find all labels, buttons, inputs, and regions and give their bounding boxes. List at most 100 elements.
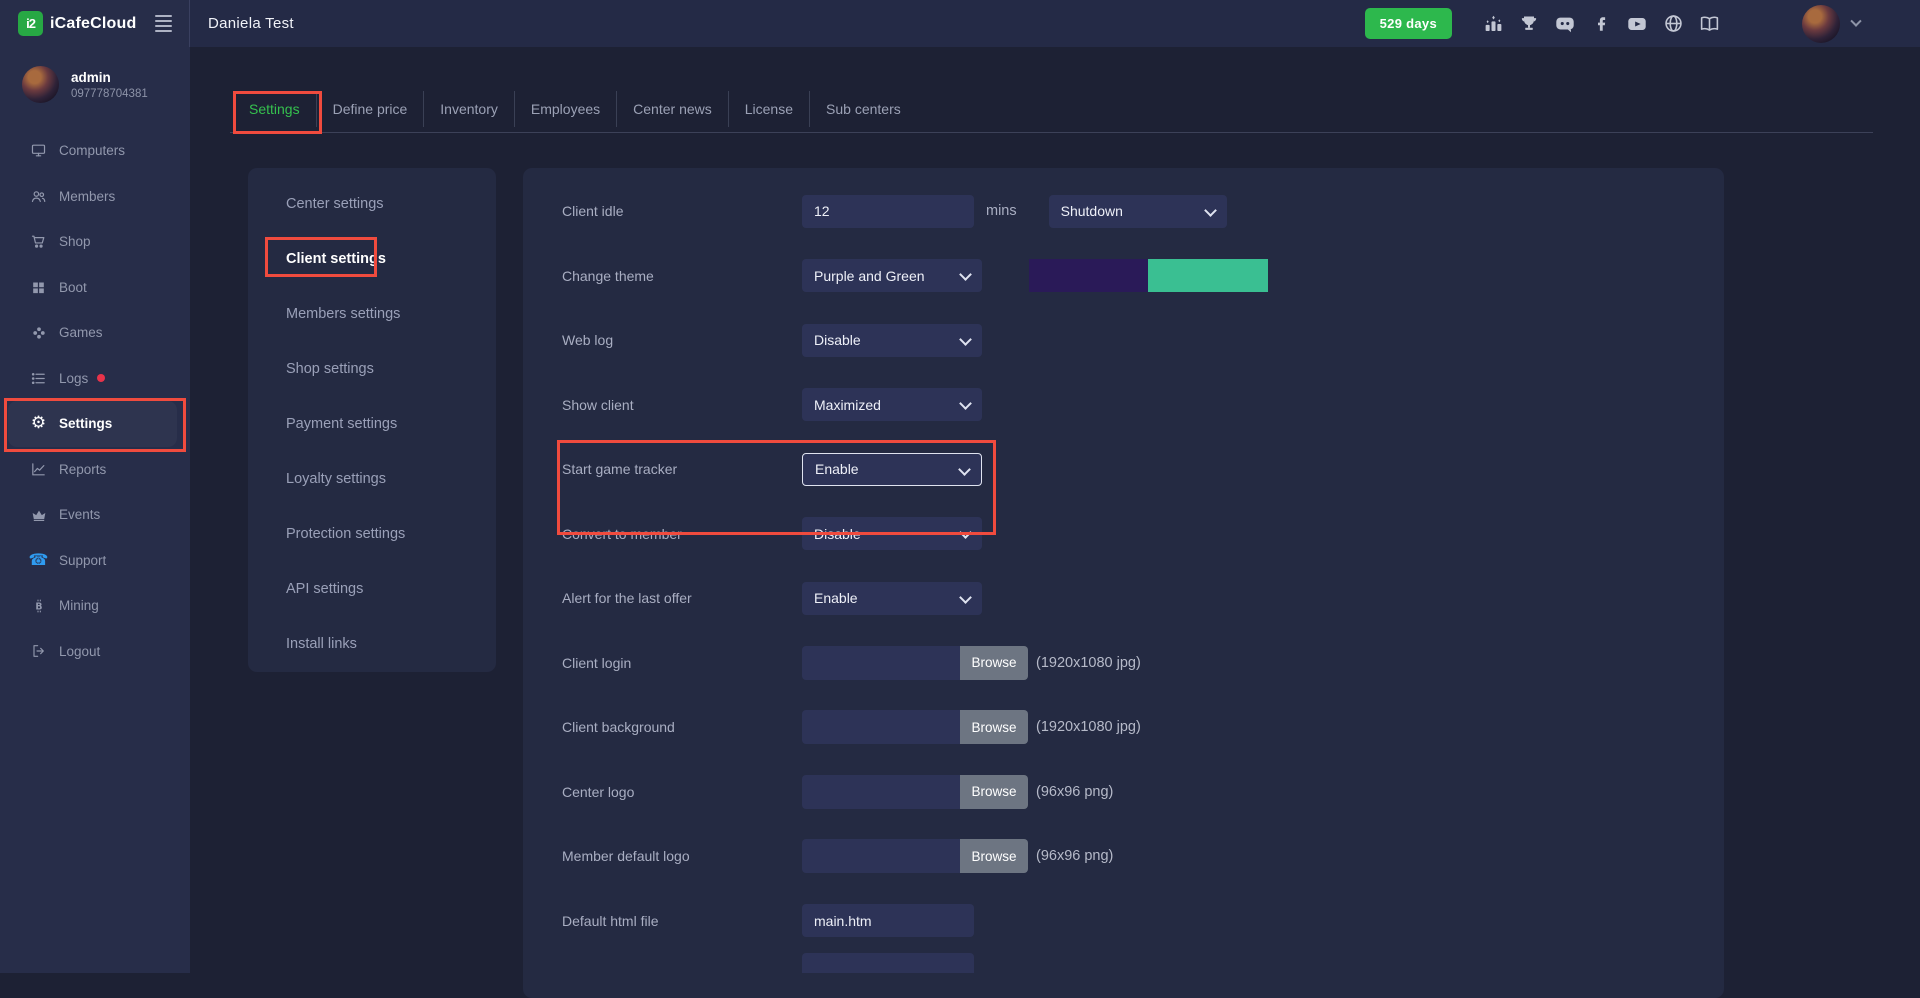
tab-sub-centers[interactable]: Sub centers <box>810 91 917 127</box>
submenu-shop-settings[interactable]: Shop settings <box>248 341 496 396</box>
browse-button[interactable]: Browse <box>960 775 1028 809</box>
submenu-client-settings[interactable]: Client settings <box>248 231 496 286</box>
form-row-change-theme: Change theme Purple and Green <box>562 244 1724 309</box>
field-label: Client login <box>562 655 802 671</box>
client-login-file-input[interactable]: Browse <box>802 646 1028 680</box>
sidebar-item-boot[interactable]: Boot <box>0 265 190 311</box>
brand-logo-icon: i2 <box>18 11 43 36</box>
sidebar-item-settings[interactable]: ⚙ Settings <box>8 401 177 447</box>
form-row-member-default-logo: Member default logo Browse (96x96 png) <box>562 824 1724 889</box>
alert-last-offer-select[interactable]: Enable <box>802 582 982 615</box>
submenu-install-links[interactable]: Install links <box>248 616 496 671</box>
sidebar-item-support[interactable]: ☎ Support <box>0 538 190 584</box>
submenu-api-settings[interactable]: API settings <box>248 561 496 616</box>
file-size-note: (96x96 png) <box>1036 784 1113 800</box>
trophy-icon[interactable] <box>1518 13 1540 35</box>
gamepad-icon <box>30 324 47 341</box>
submenu-payment-settings[interactable]: Payment settings <box>248 396 496 451</box>
file-size-note: (1920x1080 jpg) <box>1036 655 1141 671</box>
sidebar-item-label: Logs <box>59 371 88 386</box>
client-background-file-input[interactable]: Browse <box>802 710 1028 744</box>
form-row-alert-last-offer: Alert for the last offer Enable <box>562 566 1724 631</box>
start-game-tracker-select[interactable]: Enable <box>802 453 982 486</box>
default-html-file-input[interactable]: main.htm <box>802 904 974 937</box>
windows-icon <box>30 279 47 296</box>
sidebar-user[interactable]: admin 097778704381 <box>0 47 190 103</box>
sidebar-item-logs[interactable]: Logs <box>0 356 190 402</box>
client-idle-action-select[interactable]: Shutdown <box>1049 195 1227 228</box>
brand-logo[interactable]: i2 iCafeCloud <box>18 11 136 36</box>
tab-employees[interactable]: Employees <box>515 91 617 127</box>
logout-icon <box>30 643 47 660</box>
license-days-badge[interactable]: 529 days <box>1365 8 1452 39</box>
globe-icon[interactable] <box>1662 13 1684 35</box>
youtube-icon[interactable] <box>1626 13 1648 35</box>
center-logo-file-input[interactable]: Browse <box>802 775 1028 809</box>
submenu-center-settings[interactable]: Center settings <box>248 176 496 231</box>
theme-swatch-green <box>1148 259 1268 292</box>
topbar-brand-area: i2 iCafeCloud <box>0 0 190 47</box>
submenu-members-settings[interactable]: Members settings <box>248 286 496 341</box>
sidebar-item-logout[interactable]: Logout <box>0 629 190 675</box>
convert-to-member-select[interactable]: Disable <box>802 517 982 550</box>
ranking-icon[interactable] <box>1482 13 1504 35</box>
users-icon <box>30 188 47 205</box>
sidebar-item-events[interactable]: Events <box>0 492 190 538</box>
field-label: Change theme <box>562 268 802 284</box>
browse-button[interactable]: Browse <box>960 839 1028 873</box>
settings-submenu: Center settings Client settings Members … <box>248 168 496 672</box>
sidebar-nav: Computers Members Shop <box>0 128 190 674</box>
sidebar-item-computers[interactable]: Computers <box>0 128 190 174</box>
file-input-box[interactable] <box>802 839 960 873</box>
tab-settings[interactable]: Settings <box>233 91 317 127</box>
form-row-web-log: Web log Disable <box>562 308 1724 373</box>
mins-suffix: mins <box>986 203 1017 219</box>
sidebar-user-avatar <box>22 66 59 103</box>
field-label: Alert for the last offer <box>562 590 802 606</box>
sidebar-item-shop[interactable]: Shop <box>0 219 190 265</box>
file-input-box[interactable] <box>802 775 960 809</box>
sidebar-item-label: Reports <box>59 462 106 477</box>
sidebar-item-label: Computers <box>59 143 125 158</box>
tab-define-price[interactable]: Define price <box>317 91 425 127</box>
sidebar: admin 097778704381 Computers Members <box>0 47 190 973</box>
show-client-select[interactable]: Maximized <box>802 388 982 421</box>
sidebar-item-label: Mining <box>59 598 99 613</box>
tab-center-news[interactable]: Center news <box>617 91 729 127</box>
facebook-icon[interactable] <box>1590 13 1612 35</box>
sidebar-item-mining[interactable]: B Mining <box>0 583 190 629</box>
guide-book-icon[interactable] <box>1698 13 1720 35</box>
tab-license[interactable]: License <box>729 91 810 127</box>
chevron-down-icon[interactable] <box>1850 15 1861 26</box>
brand-name: iCafeCloud <box>50 15 136 33</box>
menu-toggle-icon[interactable] <box>155 15 172 32</box>
sidebar-item-label: Support <box>59 553 106 568</box>
crown-icon <box>30 506 47 523</box>
page-title: Daniela Test <box>208 15 294 32</box>
file-input-box[interactable] <box>802 710 960 744</box>
form-row-partial <box>562 953 1724 973</box>
sidebar-item-games[interactable]: Games <box>0 310 190 356</box>
change-theme-select[interactable]: Purple and Green <box>802 259 982 292</box>
client-idle-input[interactable]: 12 <box>802 195 974 228</box>
discord-icon[interactable] <box>1554 13 1576 35</box>
user-avatar[interactable] <box>1802 5 1840 43</box>
submenu-protection-settings[interactable]: Protection settings <box>248 506 496 561</box>
field-label: Start game tracker <box>562 461 802 477</box>
form-row-client-background: Client background Browse (1920x1080 jpg) <box>562 695 1724 760</box>
web-log-select[interactable]: Disable <box>802 324 982 357</box>
theme-preview <box>1029 259 1268 292</box>
phone-icon: ☎ <box>30 552 47 569</box>
file-input-box[interactable] <box>802 646 960 680</box>
partial-input[interactable] <box>802 953 974 973</box>
browse-button[interactable]: Browse <box>960 646 1028 680</box>
member-default-logo-file-input[interactable]: Browse <box>802 839 1028 873</box>
form-row-start-game-tracker: Start game tracker Enable <box>562 437 1724 502</box>
sidebar-item-reports[interactable]: Reports <box>0 447 190 493</box>
browse-button[interactable]: Browse <box>960 710 1028 744</box>
field-label: Show client <box>562 397 802 413</box>
sidebar-item-members[interactable]: Members <box>0 174 190 220</box>
field-label: Center logo <box>562 784 802 800</box>
tab-inventory[interactable]: Inventory <box>424 91 515 127</box>
submenu-loyalty-settings[interactable]: Loyalty settings <box>248 451 496 506</box>
